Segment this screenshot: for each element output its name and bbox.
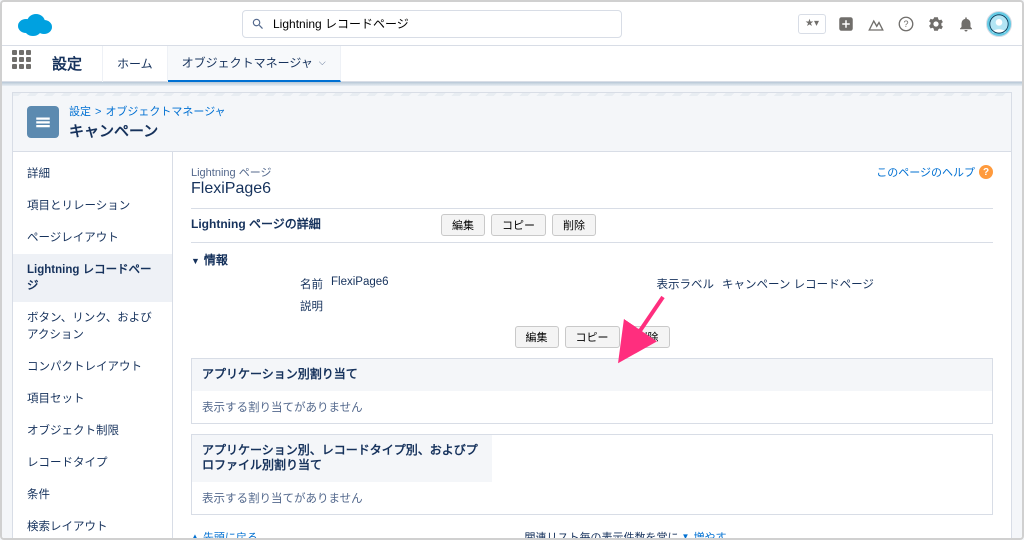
help-badge-icon: ? <box>979 165 993 179</box>
salesforce-logo <box>12 9 56 39</box>
page-header: 設定>オブジェクトマネージャ キャンペーン <box>12 92 1012 152</box>
panel-app-assignment: アプリケーション別割り当て 表示する割り当てがありません <box>191 358 993 424</box>
search-icon <box>251 17 265 31</box>
sidebar-item-record-types[interactable]: レコードタイプ <box>13 447 172 479</box>
breadcrumb: 設定>オブジェクトマネージャ <box>69 103 226 119</box>
field-name-label: 名前 <box>191 276 331 292</box>
increase-link[interactable]: 増やす <box>693 529 726 540</box>
edit-button-2[interactable]: 編集 <box>515 326 559 348</box>
sidebar-item-search-layouts[interactable]: 検索レイアウト <box>13 511 172 540</box>
favorites-button[interactable]: ★▾ <box>798 14 826 34</box>
panel-profile-assignment: アプリケーション別、レコードタイプ別、およびプロファイル別割り当て 表示する割り… <box>191 434 993 515</box>
app-launcher-icon[interactable] <box>12 50 40 78</box>
tab-object-manager[interactable]: オブジェクトマネージャ⌵ <box>168 46 341 82</box>
breadcrumb-object-manager[interactable]: オブジェクトマネージャ <box>105 106 225 118</box>
panel-app-assignment-title: アプリケーション別割り当て <box>192 359 992 391</box>
record-title: FlexiPage6 <box>191 180 272 198</box>
panel-app-assignment-body: 表示する割り当てがありません <box>192 391 992 423</box>
user-avatar[interactable] <box>986 11 1012 37</box>
object-icon <box>27 106 59 138</box>
search-input[interactable] <box>273 17 613 31</box>
up-triangle-icon <box>191 532 199 540</box>
sidebar-item-object-limits[interactable]: オブジェクト制限 <box>13 415 172 447</box>
panel-profile-assignment-title: アプリケーション別、レコードタイプ別、およびプロファイル別割り当て <box>192 435 492 482</box>
sidebar-item-fields[interactable]: 項目とリレーション <box>13 190 172 222</box>
breadcrumb-setup[interactable]: 設定 <box>69 106 91 118</box>
back-to-top-link[interactable]: 先頭に戻る <box>203 529 258 540</box>
sidebar-item-compact-layouts[interactable]: コンパクトレイアウト <box>13 351 172 383</box>
field-description-value <box>331 298 602 314</box>
edit-button[interactable]: 編集 <box>441 214 485 236</box>
global-header: ★▾ ? <box>2 2 1022 46</box>
object-title: キャンペーン <box>69 120 226 141</box>
setup-nav: 設定 ホーム オブジェクトマネージャ⌵ <box>2 46 1022 82</box>
sidebar-item-lightning-pages[interactable]: Lightning レコードページ <box>13 254 172 302</box>
field-description-label: 説明 <box>191 298 331 314</box>
app-title: 設定 <box>52 53 82 74</box>
down-triangle-icon <box>682 532 690 540</box>
field-display-label: 表示ラベル <box>602 276 722 292</box>
delete-button-2[interactable]: 削除 <box>626 326 670 348</box>
record-type-label: Lightning ページ <box>191 164 272 180</box>
sidebar-item-buttons-links[interactable]: ボタン、リンク、およびアクション <box>13 302 172 350</box>
list-rows-label: 関連リスト毎の表示件数を常に <box>524 529 678 540</box>
copy-button[interactable]: コピー <box>491 214 546 236</box>
setup-gear-icon[interactable] <box>926 14 946 34</box>
svg-text:?: ? <box>903 19 908 29</box>
chevron-down-icon: ⌵ <box>319 57 326 68</box>
delete-button[interactable]: 削除 <box>552 214 596 236</box>
field-display-value: キャンペーン レコードページ <box>722 276 993 292</box>
trailhead-icon[interactable] <box>866 14 886 34</box>
panel-profile-assignment-body: 表示する割り当てがありません <box>192 482 992 514</box>
sidebar-item-conditions[interactable]: 条件 <box>13 479 172 511</box>
object-sidebar: 詳細 項目とリレーション ページレイアウト Lightning レコードページ … <box>13 152 173 540</box>
copy-button-2[interactable]: コピー <box>565 326 620 348</box>
detail-pane: Lightning ページ FlexiPage6 このページのヘルプ ? Lig… <box>173 152 1011 540</box>
sidebar-item-page-layouts[interactable]: ページレイアウト <box>13 222 172 254</box>
global-search[interactable] <box>242 10 622 38</box>
info-header: 情報 <box>191 251 993 268</box>
sidebar-item-detail[interactable]: 詳細 <box>13 158 172 190</box>
help-icon[interactable]: ? <box>896 14 916 34</box>
page-help-link[interactable]: このページのヘルプ ? <box>876 164 993 180</box>
sidebar-item-field-sets[interactable]: 項目セット <box>13 383 172 415</box>
tab-home[interactable]: ホーム <box>102 46 168 82</box>
notifications-bell-icon[interactable] <box>956 14 976 34</box>
add-icon[interactable] <box>836 14 856 34</box>
field-name-value: FlexiPage6 <box>331 276 602 292</box>
